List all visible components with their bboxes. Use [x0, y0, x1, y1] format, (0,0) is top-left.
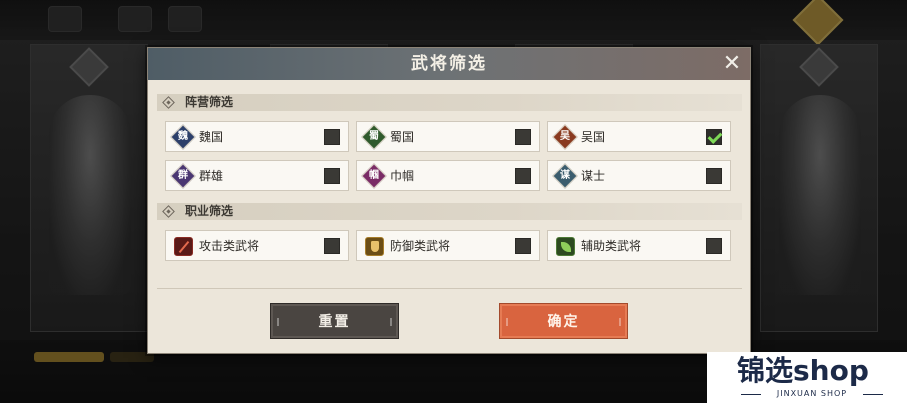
role-section-label: 职业筛选 — [185, 204, 234, 218]
role-option-label: 攻击类武将 — [199, 239, 260, 253]
wei-checkbox[interactable] — [324, 129, 340, 145]
faction-option-label: 谋士 — [581, 169, 606, 183]
faction-option-qunxiong[interactable]: 群 群雄 — [165, 160, 349, 191]
faction-option-label: 魏国 — [199, 130, 224, 144]
faction-option-shu[interactable]: 蜀 蜀国 — [356, 121, 540, 152]
faction-option-wu[interactable]: 吴 吴国 — [547, 121, 731, 152]
wei-badge-char: 魏 — [178, 131, 188, 142]
close-icon[interactable]: ✕ — [720, 52, 744, 76]
jinguo-badge-char: 帼 — [369, 170, 379, 181]
faction-option-wei[interactable]: 魏 魏国 — [165, 121, 349, 152]
dialog-header: 武将筛选 ✕ — [148, 48, 750, 80]
watermark-logo: 锦选shop JINXUAN SHOP — [707, 352, 907, 403]
reset-button[interactable]: 重置 — [270, 303, 399, 339]
shu-badge-char: 蜀 — [369, 131, 379, 142]
faction-option-jinguo[interactable]: 帼 巾帼 — [356, 160, 540, 191]
hero-filter-dialog: 武将筛选 ✕ 阵营筛选 魏 魏国 蜀 蜀国 吴 吴国 群 群雄 帼 巾帼 谋 谋… — [147, 47, 751, 354]
defense-checkbox[interactable] — [515, 238, 531, 254]
qun-badge-char: 群 — [178, 170, 188, 181]
role-option-attack[interactable]: 攻击类武将 — [165, 230, 349, 261]
shu-checkbox[interactable] — [515, 129, 531, 145]
faction-option-label: 蜀国 — [390, 130, 415, 144]
dialog-title: 武将筛选 — [411, 54, 487, 74]
faction-section-header: 阵营筛选 — [157, 94, 742, 111]
moushi-checkbox[interactable] — [706, 168, 722, 184]
divider — [157, 288, 742, 289]
diamond-icon — [162, 96, 175, 109]
support-checkbox[interactable] — [706, 238, 722, 254]
role-option-defense[interactable]: 防御类武将 — [356, 230, 540, 261]
attack-icon — [174, 237, 193, 256]
diamond-icon — [162, 205, 175, 218]
faction-option-label: 吴国 — [581, 130, 606, 144]
leaf-icon — [556, 237, 575, 256]
attack-checkbox[interactable] — [324, 238, 340, 254]
faction-option-label: 群雄 — [199, 169, 224, 183]
jinguo-checkbox[interactable] — [515, 168, 531, 184]
faction-option-moushi[interactable]: 谋 谋士 — [547, 160, 731, 191]
role-option-support[interactable]: 辅助类武将 — [547, 230, 731, 261]
watermark-sub-text: JINXUAN SHOP — [737, 389, 887, 398]
moushi-badge-char: 谋 — [560, 170, 570, 181]
wu-checkbox[interactable] — [706, 129, 722, 145]
role-section-header: 职业筛选 — [157, 203, 742, 220]
shield-icon — [365, 237, 384, 256]
wu-badge-char: 吴 — [560, 131, 570, 142]
faction-section-label: 阵营筛选 — [185, 95, 234, 109]
qunxiong-checkbox[interactable] — [324, 168, 340, 184]
faction-option-label: 巾帼 — [390, 169, 415, 183]
confirm-button[interactable]: 确定 — [499, 303, 628, 339]
watermark-main-text: 锦选shop — [737, 354, 869, 387]
role-option-label: 辅助类武将 — [581, 239, 642, 253]
role-option-label: 防御类武将 — [390, 239, 451, 253]
